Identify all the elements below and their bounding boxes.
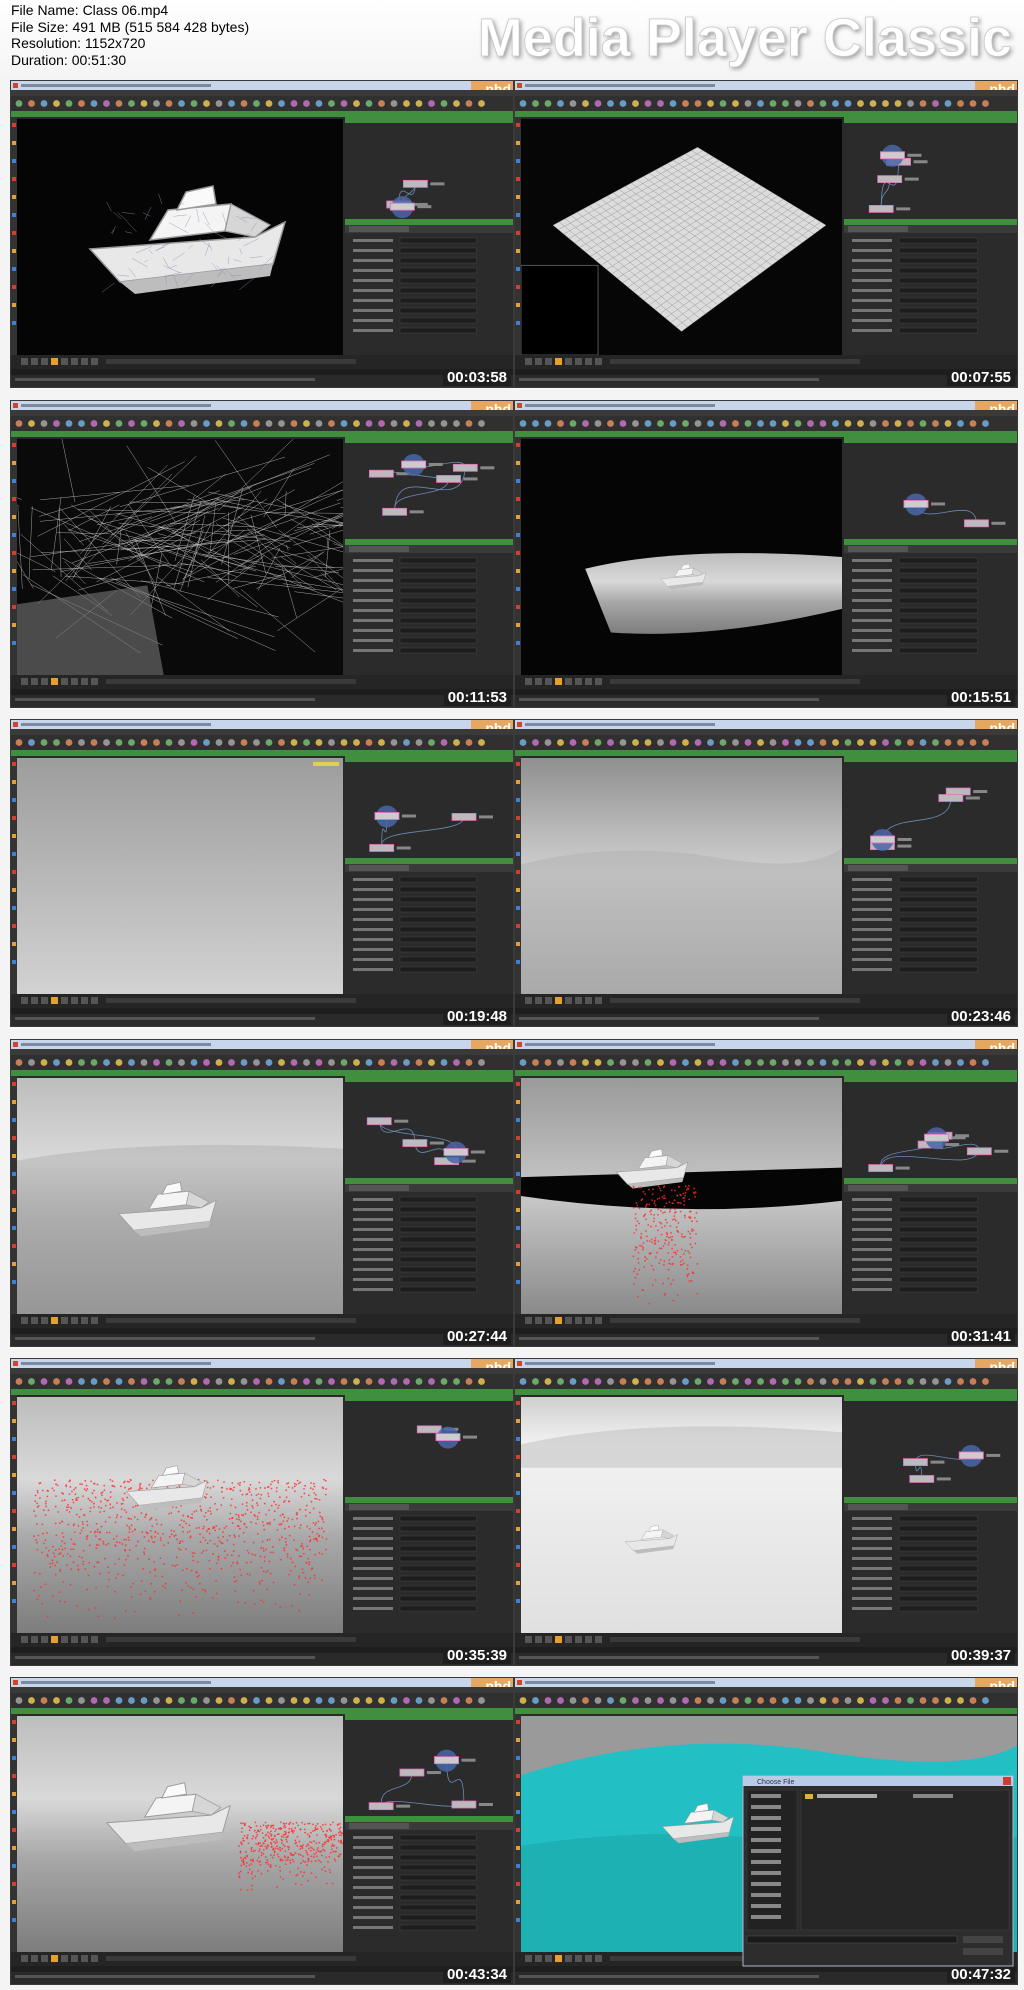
video-thumbnail[interactable]: phd 00:27:44 [10,1039,514,1347]
file-info: File Name: Class 06.mp4 File Size: 491 M… [11,2,249,68]
timestamp-label: 00:35:39 [442,1648,511,1664]
brand-logo: Media Player Classic Media Player Classi… [477,2,1018,74]
thumbnail-frame: phd [11,81,513,387]
duration-label: Duration: 00:51:30 [11,51,127,68]
thumbnail-frame: phd [11,1359,513,1665]
timestamp-label: 00:07:55 [946,370,1015,386]
video-thumbnail[interactable]: phd 00:39:37 [514,1358,1018,1666]
resolution-label: Resolution: 1152x720 [11,35,146,51]
thumbnail-frame: phdChoose File [515,1678,1017,1984]
timestamp-label: 00:23:46 [946,1009,1015,1025]
thumbnail-frame: phd [515,720,1017,1026]
video-thumbnail[interactable]: phd 00:07:55 [514,80,1018,388]
video-thumbnail[interactable]: phd 00:15:51 [514,400,1018,708]
video-thumbnail[interactable]: phd 00:23:46 [514,719,1018,1027]
thumbnail-frame: phd [11,720,513,1026]
thumbnail-frame: phd [515,401,1017,707]
timestamp-label: 00:47:32 [946,1967,1015,1983]
timestamp-label: 00:27:44 [442,1329,511,1345]
timestamp-label: 00:15:51 [946,690,1015,706]
thumbnail-frame: phd [11,1678,513,1984]
thumbnail-frame: phd [515,81,1017,387]
timestamp-label: 00:19:48 [442,1009,511,1025]
video-thumbnail[interactable]: phd 00:35:39 [10,1358,514,1666]
video-thumbnail[interactable]: phd 00:11:53 [10,400,514,708]
timestamp-label: 00:43:34 [442,1967,511,1983]
brand-title: Media Player Classic [478,8,1012,68]
timestamp-label: 00:11:53 [443,690,511,706]
thumbnail-frame: phd [11,401,513,707]
file-name-label: File Name: Class 06.mp4 [11,2,169,18]
timestamp-label: 00:39:37 [946,1648,1015,1664]
timestamp-label: 00:03:58 [442,370,511,386]
video-thumbnail[interactable]: phd 00:31:41 [514,1039,1018,1347]
video-thumbnail[interactable]: phd 00:43:34 [10,1677,514,1985]
file-size-label: File Size: 491 MB (515 584 428 bytes) [11,18,250,35]
thumbnail-frame: phd [515,1359,1017,1665]
video-thumbnail[interactable]: phd Choose File 00:47:32 [514,1677,1018,1985]
video-thumbnail[interactable]: phd 00:19:48 [10,719,514,1027]
dialog-title: Choose File [757,1779,794,1786]
video-thumbnail[interactable]: phd 00:03:58 [10,80,514,388]
thumbnail-frame: phd [515,1040,1017,1346]
thumbnail-frame: phd [11,1040,513,1346]
timestamp-label: 00:31:41 [946,1329,1015,1345]
